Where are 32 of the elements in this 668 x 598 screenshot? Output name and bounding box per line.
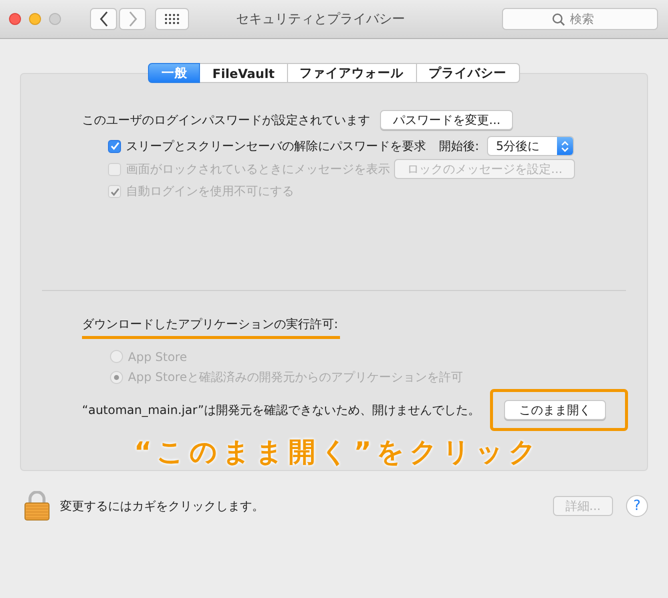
password-status-text: このユーザのログインパスワードが設定されています — [82, 112, 370, 128]
show-all-button[interactable] — [155, 8, 189, 30]
section-heading: ダウンロードしたアプリケーションの実行許可: — [82, 316, 338, 334]
close-button[interactable] — [9, 13, 21, 25]
delay-label: 開始後: — [439, 138, 480, 155]
radio-label: App Store — [128, 350, 187, 364]
up-down-arrows-icon — [561, 140, 570, 153]
delay-dropdown[interactable]: 5分後に — [487, 136, 574, 156]
grid-icon — [164, 13, 180, 25]
checkbox[interactable] — [108, 140, 121, 153]
checkbox-label: スリープとスクリーンセーバの解除にパスワードを要求 — [126, 138, 426, 155]
back-button[interactable] — [90, 8, 117, 30]
zoom-button[interactable] — [49, 13, 61, 25]
checkbox-label: 画面がロックされているときにメッセージを表示 — [126, 160, 390, 178]
minimize-button[interactable] — [29, 13, 41, 25]
tab[interactable]: プライバシー — [416, 63, 520, 83]
checkbox-label: 自動ログインを使用不可にする — [126, 183, 294, 200]
window-title: セキュリティとプライバシー — [235, 11, 406, 28]
padlock-icon — [24, 491, 50, 521]
open-anyway-button[interactable]: このまま開く — [504, 400, 606, 420]
blocked-app-message: “automan_main.jar”は開発元を確認できないため、開けませんでした。 — [82, 402, 480, 419]
search-icon — [552, 13, 565, 26]
lock-hint-text: 変更するにはカギをクリックします。 — [60, 498, 265, 514]
help-button[interactable]: ? — [626, 495, 648, 517]
tab[interactable]: FileVault — [200, 63, 288, 83]
tab[interactable]: ファイアウォール — [288, 63, 417, 83]
radio-label: App Storeと確認済みの開発元からのアプリケーションを許可 — [128, 369, 463, 386]
chevron-left-icon — [98, 11, 108, 27]
chevron-right-icon — [128, 11, 138, 27]
change-password-button[interactable]: パスワードを変更... — [380, 110, 514, 130]
search-field[interactable]: 検索 — [502, 8, 658, 30]
annotation-text: “このまま開く”をクリック — [134, 436, 542, 470]
